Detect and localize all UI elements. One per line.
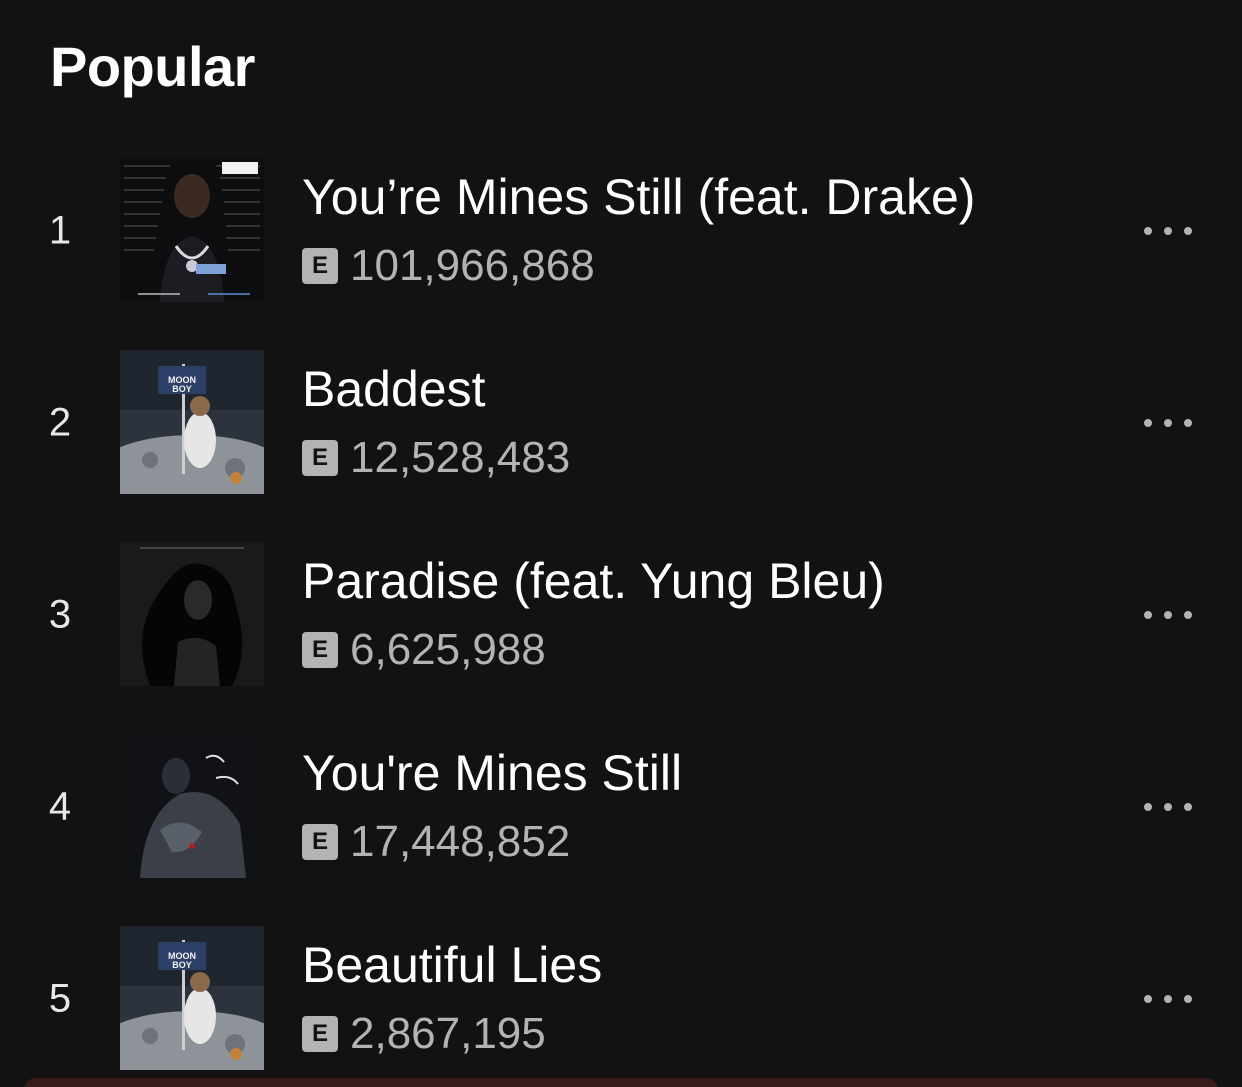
now-playing-bar-edge[interactable]: [24, 1078, 1218, 1087]
track-title[interactable]: You’re Mines Still (feat. Drake): [302, 168, 975, 226]
svg-text:BOY: BOY: [172, 384, 192, 394]
more-options-icon[interactable]: [1140, 979, 1196, 1019]
play-count: 101,966,868: [350, 241, 595, 290]
more-options-icon[interactable]: [1140, 595, 1196, 635]
track-row[interactable]: 5 MOON BOY Beautiful Lies E 2,867,195: [0, 926, 1242, 1072]
track-index: 4: [48, 784, 72, 829]
play-count: 17,448,852: [350, 817, 571, 866]
track-row[interactable]: 1 You’re Mines Still (feat. Drake) E 101…: [0, 158, 1242, 304]
album-cover[interactable]: [120, 158, 264, 302]
track-index: 3: [48, 592, 72, 637]
more-options-icon[interactable]: [1140, 403, 1196, 443]
album-cover[interactable]: [120, 542, 264, 686]
explicit-badge: E: [302, 824, 338, 860]
album-cover[interactable]: [120, 734, 264, 878]
track-row[interactable]: 3 Paradise (feat. Yung Bleu) E 6,625,988: [0, 542, 1242, 688]
play-count: 2,867,195: [350, 1009, 546, 1058]
track-meta: E 101,966,868: [302, 241, 595, 290]
track-index: 5: [48, 976, 72, 1021]
track-meta: E 2,867,195: [302, 1009, 546, 1058]
explicit-badge: E: [302, 1016, 338, 1052]
more-options-icon[interactable]: [1140, 787, 1196, 827]
album-cover[interactable]: MOON BOY: [120, 350, 264, 494]
album-cover[interactable]: MOON BOY: [120, 926, 264, 1070]
play-count: 12,528,483: [350, 433, 571, 482]
play-count: 6,625,988: [350, 625, 546, 674]
explicit-badge: E: [302, 632, 338, 668]
explicit-badge: E: [302, 248, 338, 284]
track-meta: E 6,625,988: [302, 625, 546, 674]
track-meta: E 12,528,483: [302, 433, 571, 482]
track-index: 2: [48, 400, 72, 445]
more-options-icon[interactable]: [1140, 211, 1196, 251]
track-index: 1: [48, 208, 72, 253]
svg-text:BOY: BOY: [172, 960, 192, 970]
track-title[interactable]: Paradise (feat. Yung Bleu): [302, 552, 885, 610]
track-row[interactable]: 2 MOON BOY Baddest E 12,528,483: [0, 350, 1242, 496]
track-title[interactable]: Baddest: [302, 360, 485, 418]
track-title[interactable]: Beautiful Lies: [302, 936, 602, 994]
track-meta: E 17,448,852: [302, 817, 571, 866]
track-row[interactable]: 4 You're Mines Still E 17,448,852: [0, 734, 1242, 880]
popular-tracks-page: Popular 1 You’re Mines Still (feat. Drak…: [0, 0, 1242, 1087]
section-title: Popular: [50, 35, 255, 98]
track-title[interactable]: You're Mines Still: [302, 744, 682, 802]
explicit-badge: E: [302, 440, 338, 476]
